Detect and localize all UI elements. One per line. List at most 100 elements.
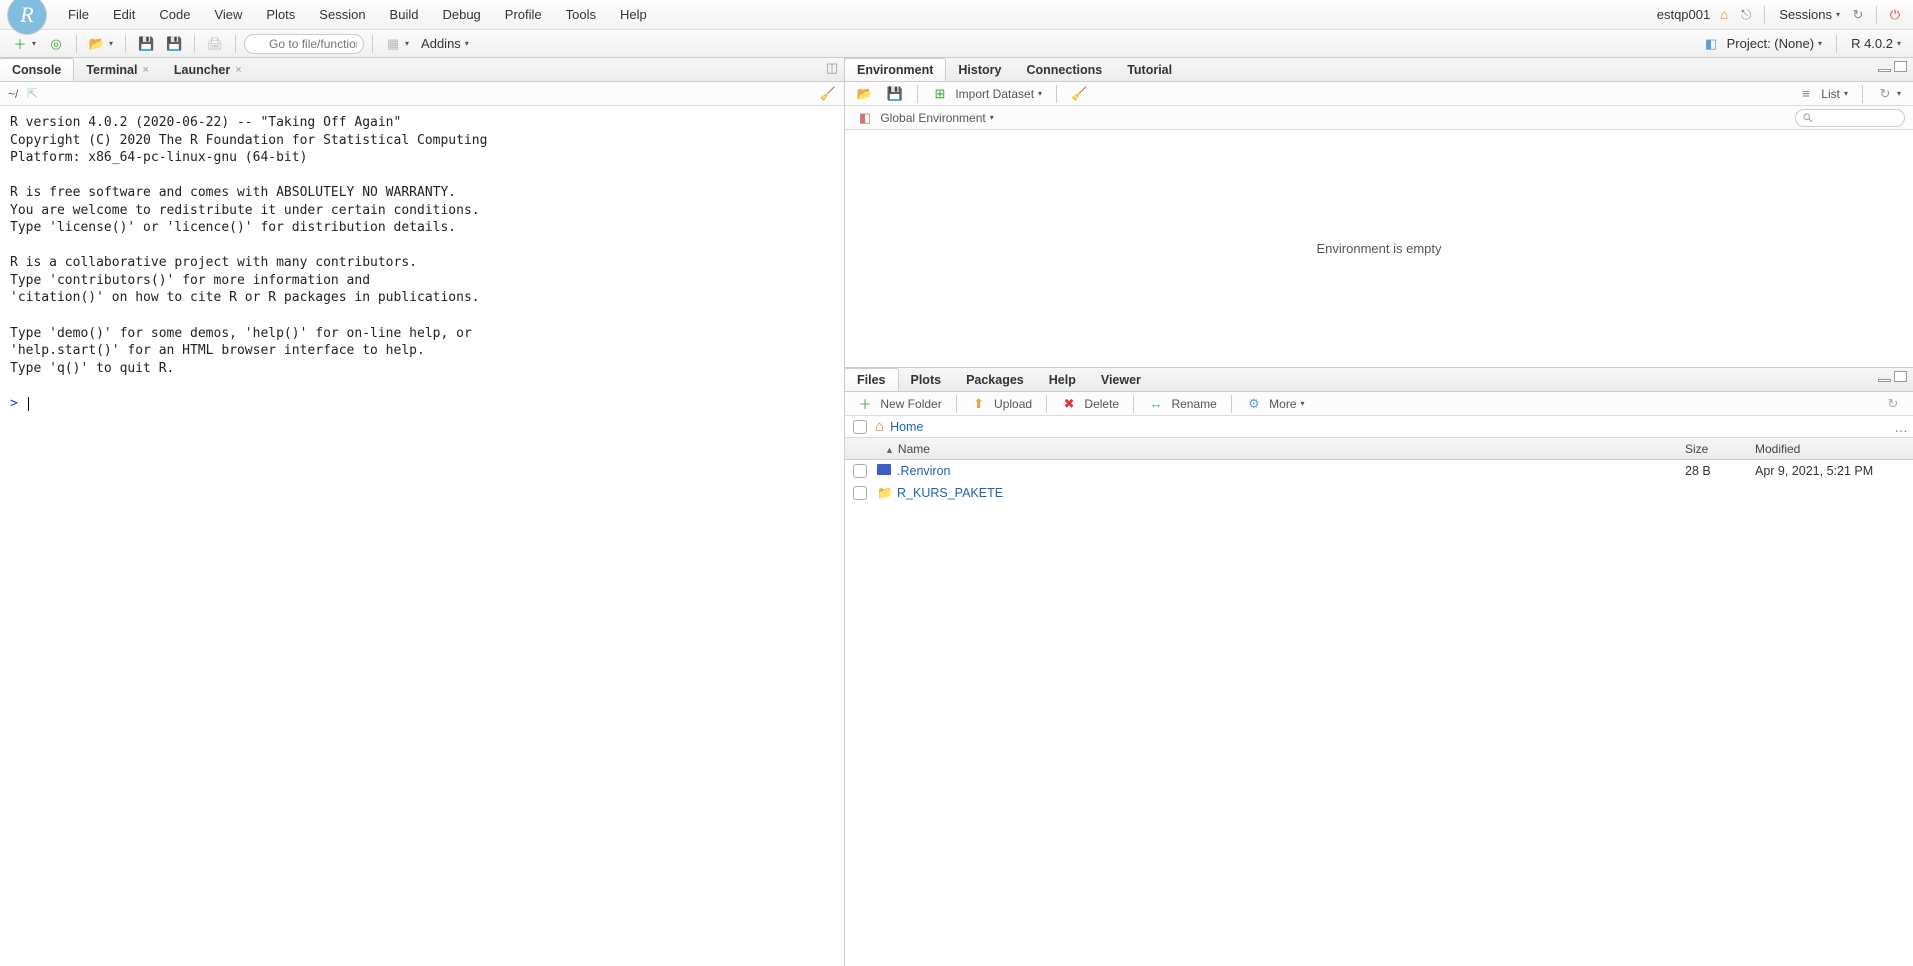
menu-session[interactable]: Session (307, 2, 377, 27)
tab-viewer[interactable]: Viewer (1088, 368, 1154, 391)
menu-view[interactable]: View (202, 2, 254, 27)
addins-button[interactable]: Addins▾ (417, 34, 473, 53)
pane-layout-icon[interactable]: ◫ (824, 60, 840, 76)
home-icon[interactable]: ⌂ (875, 418, 884, 435)
separator (1862, 85, 1863, 103)
quit-session-icon[interactable]: ⎋ (1738, 7, 1754, 23)
refresh-env-icon[interactable]: ↻▾ (1873, 84, 1905, 104)
file-modified: Apr 9, 2021, 5:21 PM (1755, 464, 1905, 478)
clear-console-icon[interactable]: 🧹 (820, 86, 836, 102)
pane-controls (1878, 371, 1907, 382)
minimize-pane-icon[interactable] (1878, 69, 1891, 72)
separator (917, 85, 918, 103)
toolbar-right: ◧ Project: (None)▾ R 4.0.2▾ (1699, 34, 1905, 54)
new-project-button[interactable]: ◎ (44, 34, 68, 54)
console-output[interactable]: R version 4.0.2 (2020-06-22) -- "Taking … (0, 106, 844, 966)
menu-debug[interactable]: Debug (430, 2, 492, 27)
tab-console[interactable]: Console (0, 58, 74, 81)
files-breadcrumb: ⌂ Home … (845, 416, 1913, 438)
separator (372, 35, 373, 53)
separator (125, 35, 126, 53)
save-all-button[interactable]: 💾 (162, 34, 186, 54)
grid-button[interactable]: ▦▾ (381, 34, 413, 54)
close-icon[interactable]: × (235, 64, 241, 76)
menu-file[interactable]: File (56, 2, 101, 27)
env-tabstrip: Environment History Connections Tutorial (845, 58, 1913, 82)
menu-edit[interactable]: Edit (101, 2, 147, 27)
rename-button[interactable]: ↔ Rename (1144, 394, 1221, 414)
save-workspace-button[interactable]: 💾 (883, 84, 907, 104)
load-workspace-button[interactable]: 📂 (853, 84, 877, 104)
goto-file-input[interactable] (244, 34, 364, 54)
separator (1046, 395, 1047, 413)
console-path: ~/ (8, 87, 18, 101)
menu-code[interactable]: Code (147, 2, 202, 27)
more-button[interactable]: ⚙ More▾ (1242, 394, 1309, 414)
row-checkbox[interactable] (853, 486, 867, 500)
upload-button[interactable]: ⬆ Upload (967, 394, 1036, 414)
menu-tools[interactable]: Tools (554, 2, 608, 27)
r-version-menu[interactable]: R 4.0.2▾ (1847, 34, 1905, 53)
env-toolbar: 📂 💾 ⊞ Import Dataset▾ 🧹 ≡ List▾ ↻▾ (845, 82, 1913, 106)
tab-plots[interactable]: Plots (898, 368, 955, 391)
menu-plots[interactable]: Plots (254, 2, 307, 27)
menubar: R File Edit Code View Plots Session Buil… (0, 0, 1913, 30)
tab-terminal[interactable]: Terminal× (73, 58, 162, 81)
right-column: Environment History Connections Tutorial… (845, 58, 1913, 966)
separator (1133, 395, 1134, 413)
close-icon[interactable]: × (142, 64, 148, 76)
col-size[interactable]: Size (1685, 442, 1755, 456)
clear-env-button[interactable]: 🧹 (1067, 84, 1091, 104)
file-row[interactable]: 📁 R_KURS_PAKETE (845, 482, 1913, 504)
new-file-button[interactable]: ＋▾ (8, 34, 40, 54)
col-name[interactable]: ▲Name (885, 442, 1685, 456)
minimize-pane-icon[interactable] (1878, 379, 1891, 382)
import-dataset-button[interactable]: ⊞ Import Dataset▾ (928, 84, 1046, 104)
env-search-input[interactable] (1795, 109, 1905, 127)
project-menu[interactable]: ◧ Project: (None)▾ (1699, 34, 1826, 54)
maximize-pane-icon[interactable] (1894, 371, 1907, 382)
row-checkbox[interactable] (853, 464, 867, 478)
select-all-checkbox[interactable] (853, 420, 867, 434)
col-modified[interactable]: Modified (1755, 442, 1905, 456)
tab-help[interactable]: Help (1036, 368, 1089, 391)
menu-profile[interactable]: Profile (493, 2, 554, 27)
tab-packages[interactable]: Packages (953, 368, 1037, 391)
refresh-files-icon[interactable]: ↻ (1881, 394, 1905, 414)
print-button[interactable]: 🖨 (203, 34, 227, 54)
menu-help[interactable]: Help (608, 2, 659, 27)
separator (235, 35, 236, 53)
home-icon[interactable]: ⌂ (1716, 7, 1732, 23)
tab-launcher[interactable]: Launcher× (161, 58, 255, 81)
save-button[interactable]: 💾 (134, 34, 158, 54)
tab-environment[interactable]: Environment (844, 58, 946, 81)
expand-path-icon[interactable]: ⇱ (24, 86, 40, 102)
sessions-button[interactable]: Sessions▾ (1775, 5, 1844, 24)
env-scope-button[interactable]: ◧ Global Environment▾ (853, 108, 998, 128)
menu-build[interactable]: Build (378, 2, 431, 27)
open-file-button[interactable]: 📂▾ (85, 34, 117, 54)
new-folder-button[interactable]: ＋ New Folder (853, 394, 946, 414)
tab-tutorial[interactable]: Tutorial (1114, 58, 1185, 81)
separator (1231, 395, 1232, 413)
separator (1056, 85, 1057, 103)
files-header: ▲Name Size Modified (845, 438, 1913, 460)
file-name[interactable]: .Renviron (897, 464, 1685, 478)
tab-connections[interactable]: Connections (1013, 58, 1115, 81)
goto-file-field[interactable]: ➔ (244, 34, 364, 54)
file-size: 28 B (1685, 464, 1755, 478)
file-row[interactable]: .Renviron 28 B Apr 9, 2021, 5:21 PM (845, 460, 1913, 482)
tab-files[interactable]: Files (844, 368, 899, 391)
power-icon[interactable]: ⏻ (1887, 7, 1903, 23)
breadcrumb-home[interactable]: Home (890, 420, 923, 434)
separator (1836, 35, 1837, 53)
delete-button[interactable]: ✖ Delete (1057, 394, 1123, 414)
tab-history[interactable]: History (945, 58, 1014, 81)
toolbar: ＋▾ ◎ 📂▾ 💾 💾 🖨 ➔ ▦▾ Addins▾ ◧ Project: (N… (0, 30, 1913, 58)
view-mode-button[interactable]: ≡ List▾ (1794, 84, 1852, 104)
file-name[interactable]: R_KURS_PAKETE (897, 486, 1685, 500)
maximize-pane-icon[interactable] (1894, 61, 1907, 72)
cursor (28, 397, 29, 411)
refresh-icon[interactable]: ↻ (1850, 7, 1866, 23)
path-menu-icon[interactable]: … (1894, 419, 1909, 435)
